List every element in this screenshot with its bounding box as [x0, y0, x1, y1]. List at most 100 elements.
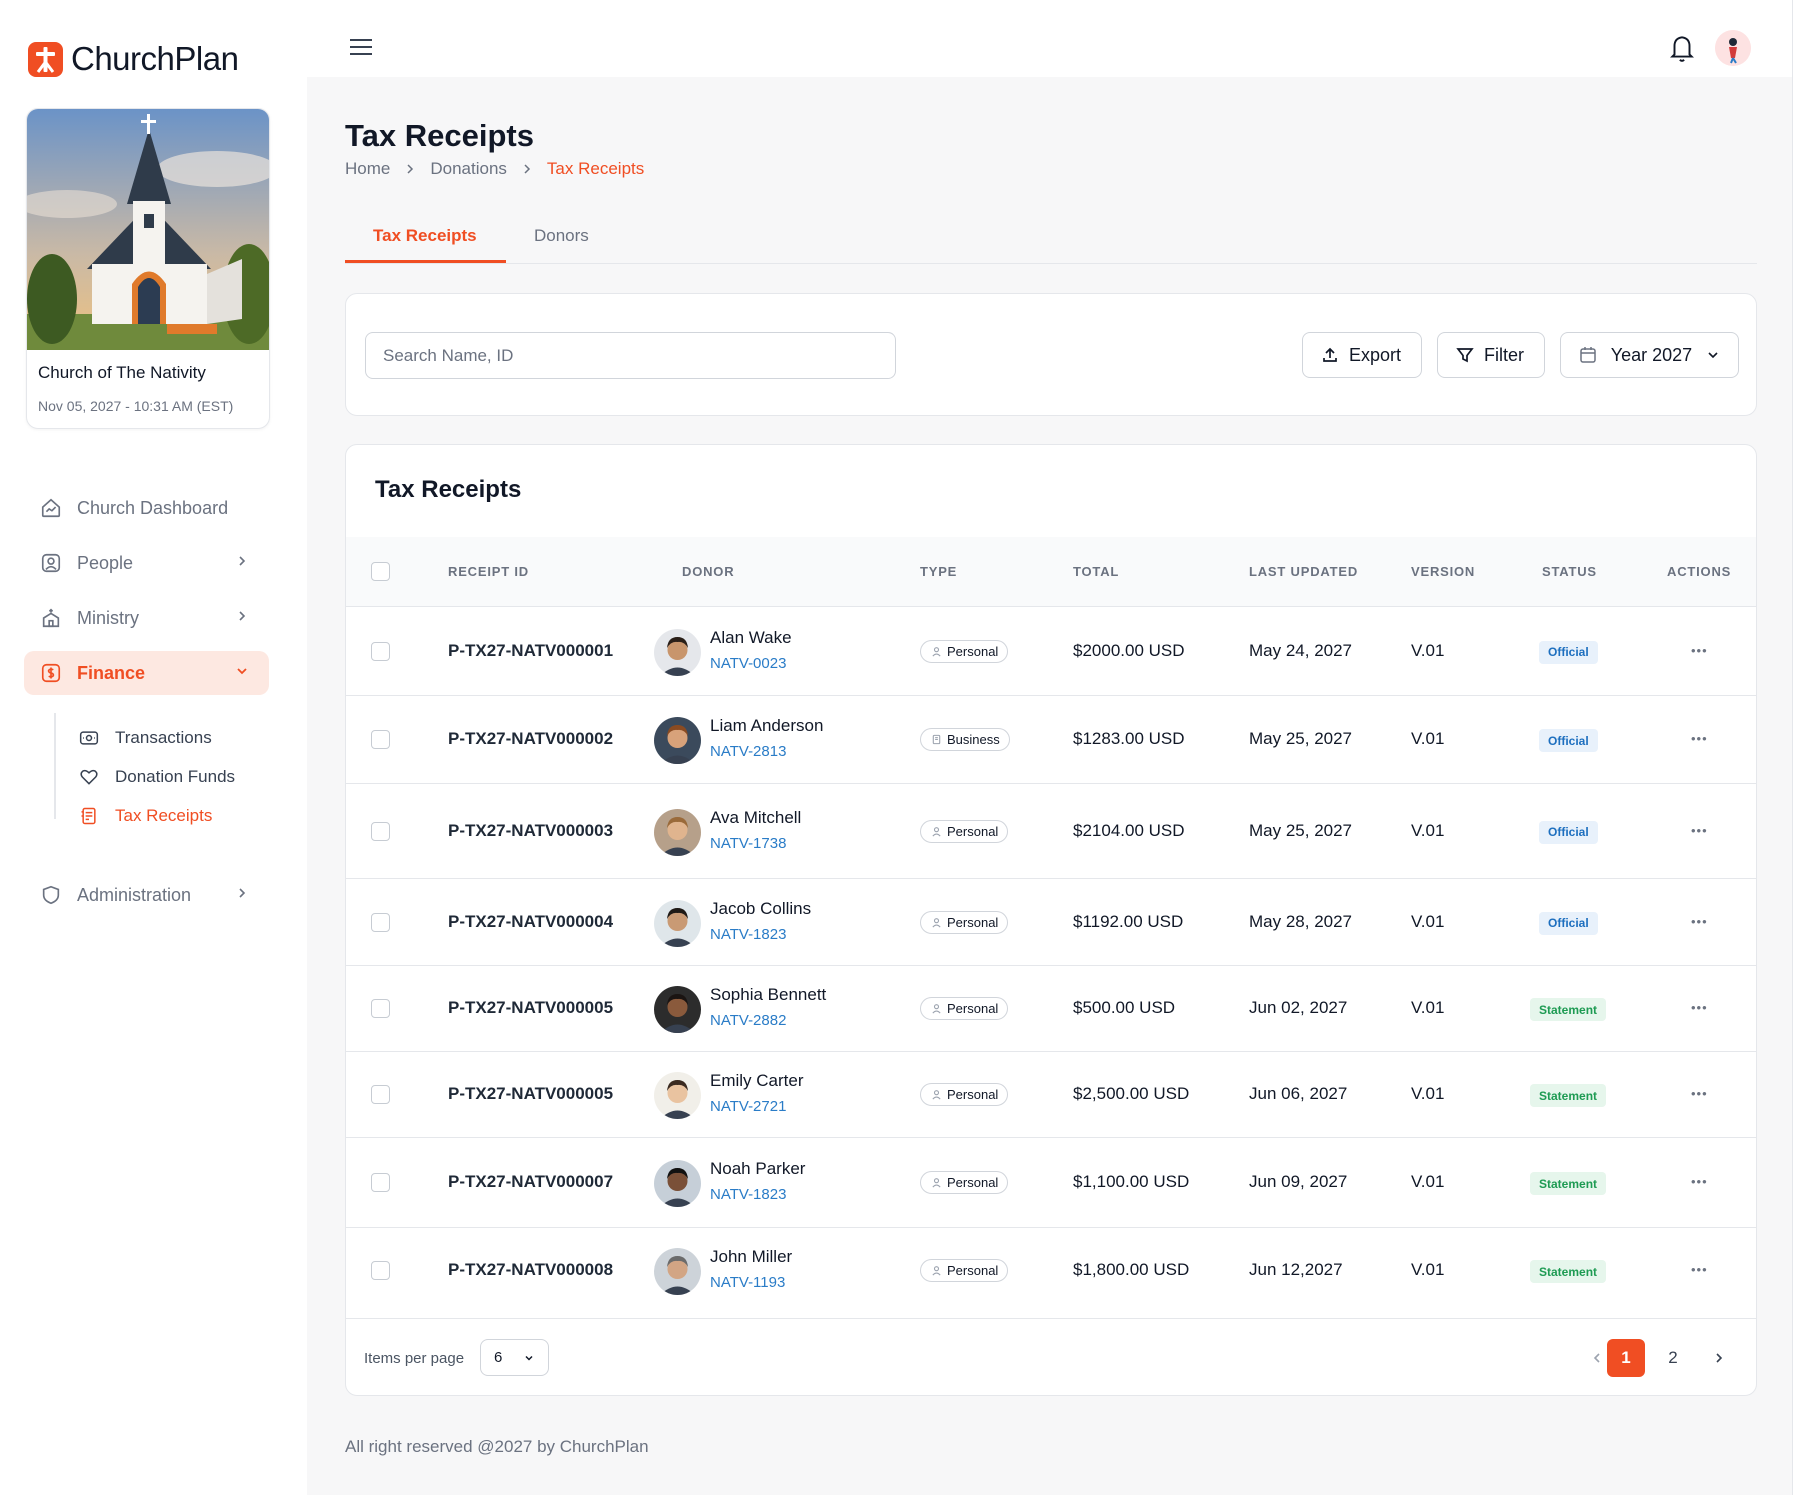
year-select[interactable]: Year 2027	[1560, 332, 1739, 378]
tab-donors[interactable]: Donors	[534, 226, 589, 246]
heart-icon	[78, 766, 100, 788]
column-header-total[interactable]: TOTAL	[1073, 564, 1119, 579]
receipt-id[interactable]: P-TX27-NATV000007	[448, 1172, 613, 1192]
export-button[interactable]: Export	[1302, 332, 1422, 378]
brand[interactable]: ChurchPlan	[28, 40, 239, 78]
table-row[interactable]: P-TX27-NATV000007 Noah Parker NATV-1823 Per…	[346, 1137, 1756, 1227]
table-row[interactable]: P-TX27-NATV000001 Alan Wake NATV-0023 Perso…	[346, 606, 1756, 695]
hamburger-menu-icon[interactable]	[349, 38, 373, 56]
receipt-id[interactable]: P-TX27-NATV000002	[448, 729, 613, 749]
column-header-last-updated[interactable]: LAST UPDATED	[1249, 564, 1358, 579]
column-header-version[interactable]: VERSION	[1411, 564, 1475, 579]
sidebar-subitem-tax-receipts[interactable]: Tax Receipts	[78, 805, 212, 827]
select-all-checkbox[interactable]	[371, 562, 390, 581]
more-actions-icon[interactable]: •••	[1691, 1086, 1708, 1101]
donor-avatar	[654, 717, 701, 764]
more-actions-icon[interactable]: •••	[1691, 1262, 1708, 1277]
sidebar-item-ministry[interactable]: Ministry	[24, 596, 269, 640]
type-badge: Personal	[920, 1083, 1009, 1106]
table-row[interactable]: P-TX27-NATV000005 Sophia Bennett NATV-2882…	[346, 965, 1756, 1051]
receipt-id[interactable]: P-TX27-NATV000004	[448, 912, 613, 932]
column-header-type[interactable]: TYPE	[920, 564, 957, 579]
row-checkbox[interactable]	[371, 1085, 390, 1104]
chevron-down-icon	[237, 668, 247, 675]
donor-name[interactable]: Ava Mitchell	[710, 808, 801, 828]
donor-name[interactable]: Noah Parker	[710, 1159, 805, 1179]
more-actions-icon[interactable]: •••	[1691, 914, 1708, 929]
table-row[interactable]: P-TX27-NATV000008 John Miller NATV-1193 Per…	[346, 1227, 1756, 1313]
sidebar-item-church-dashboard[interactable]: Church Dashboard	[24, 486, 269, 530]
sidebar-subitem-label: Donation Funds	[115, 767, 236, 786]
more-actions-icon[interactable]: •••	[1691, 823, 1708, 838]
donor-name[interactable]: Liam Anderson	[710, 716, 823, 736]
donor-name[interactable]: Sophia Bennett	[710, 985, 826, 1005]
column-header-receipt-id[interactable]: RECEIPT ID	[448, 564, 529, 579]
table-row[interactable]: P-TX27-NATV000003 Ava Mitchell NATV-1738 Pe…	[346, 783, 1756, 878]
pagination-next-button[interactable]	[1700, 1339, 1738, 1377]
sidebar: ChurchPlan Church of The Nativity Nov 05…	[0, 0, 307, 1495]
sidebar-subitem-donation-funds[interactable]: Donation Funds	[78, 766, 235, 788]
row-checkbox[interactable]	[371, 1261, 390, 1280]
chevron-right-icon	[404, 163, 416, 175]
sidebar-item-finance[interactable]: Finance	[24, 651, 269, 695]
shield-icon	[39, 883, 63, 907]
column-header-donor[interactable]: DONOR	[682, 564, 734, 579]
receipt-id[interactable]: P-TX27-NATV000008	[448, 1260, 613, 1280]
version: V.01	[1411, 1084, 1445, 1103]
sidebar-item-label: Ministry	[77, 607, 139, 628]
row-checkbox[interactable]	[371, 730, 390, 749]
donor-name[interactable]: John Miller	[710, 1247, 792, 1267]
tax-receipts-table-card: Tax Receipts RECEIPT ID DONOR TYPE TOTAL…	[345, 444, 1757, 1396]
last-updated: May 25, 2027	[1249, 820, 1353, 840]
donor-name[interactable]: Jacob Collins	[710, 899, 811, 919]
bell-icon[interactable]	[1669, 33, 1695, 63]
user-avatar[interactable]	[1715, 30, 1751, 66]
receipt-id[interactable]: P-TX27-NATV000001	[448, 641, 613, 661]
version: V.01	[1411, 820, 1445, 840]
sidebar-item-administration[interactable]: Administration	[24, 873, 269, 917]
sidebar-item-label: Church Dashboard	[77, 497, 229, 518]
donor-id-link[interactable]: NATV-2721	[710, 1098, 786, 1115]
donor-name[interactable]: Alan Wake	[710, 628, 792, 648]
table-row[interactable]: P-TX27-NATV000005 Emily Carter NATV-2721 Pe…	[346, 1051, 1756, 1137]
donor-id-link[interactable]: NATV-1823	[710, 926, 786, 943]
row-checkbox[interactable]	[371, 1173, 390, 1192]
row-checkbox[interactable]	[371, 641, 390, 661]
pagination-page-2[interactable]: 2	[1654, 1339, 1692, 1377]
row-checkbox[interactable]	[371, 821, 390, 841]
donor-id-link[interactable]: NATV-0023	[710, 655, 786, 672]
version: V.01	[1411, 998, 1445, 1017]
more-actions-icon[interactable]: •••	[1691, 1000, 1708, 1015]
scrollbar[interactable]	[1792, 0, 1800, 1495]
row-checkbox[interactable]	[371, 999, 390, 1018]
donor-id-link[interactable]: NATV-1738	[710, 835, 786, 852]
type-badge: Business	[920, 728, 1010, 751]
receipt-id[interactable]: P-TX27-NATV000003	[448, 821, 613, 841]
filter-button[interactable]: Filter	[1437, 332, 1545, 378]
donor-id-link[interactable]: NATV-1823	[710, 1186, 786, 1203]
receipt-id[interactable]: P-TX27-NATV000005	[448, 1084, 613, 1104]
donor-id-link[interactable]: NATV-1193	[710, 1274, 785, 1291]
table-row[interactable]: P-TX27-NATV000002 Liam Anderson NATV-2813 B…	[346, 695, 1756, 783]
sidebar-item-people[interactable]: People	[24, 541, 269, 585]
breadcrumb-donations[interactable]: Donations	[430, 159, 507, 179]
items-per-page-select[interactable]: 6	[480, 1339, 549, 1376]
main-area: Tax Receipts Home Donations Tax Receipts…	[307, 0, 1792, 1495]
more-actions-icon[interactable]: •••	[1691, 1174, 1708, 1189]
sidebar-subitem-transactions[interactable]: Transactions	[78, 727, 212, 749]
tab-tax-receipts[interactable]: Tax Receipts	[373, 226, 477, 246]
pagination-page-1[interactable]: 1	[1607, 1339, 1645, 1377]
type-label: Personal	[947, 1175, 999, 1190]
more-actions-icon[interactable]: •••	[1691, 643, 1708, 658]
row-checkbox[interactable]	[371, 912, 390, 932]
donor-id-link[interactable]: NATV-2882	[710, 1012, 786, 1029]
table-row[interactable]: P-TX27-NATV000004 Jacob Collins NATV-1823 P…	[346, 878, 1756, 965]
chevron-right-icon	[239, 888, 246, 898]
donor-name[interactable]: Emily Carter	[710, 1071, 804, 1091]
more-actions-icon[interactable]: •••	[1691, 731, 1708, 746]
donor-id-link[interactable]: NATV-2813	[710, 743, 786, 760]
receipt-id[interactable]: P-TX27-NATV000005	[448, 998, 613, 1018]
column-header-status[interactable]: STATUS	[1542, 564, 1597, 579]
search-input[interactable]	[365, 332, 896, 379]
breadcrumb-home[interactable]: Home	[345, 159, 390, 179]
